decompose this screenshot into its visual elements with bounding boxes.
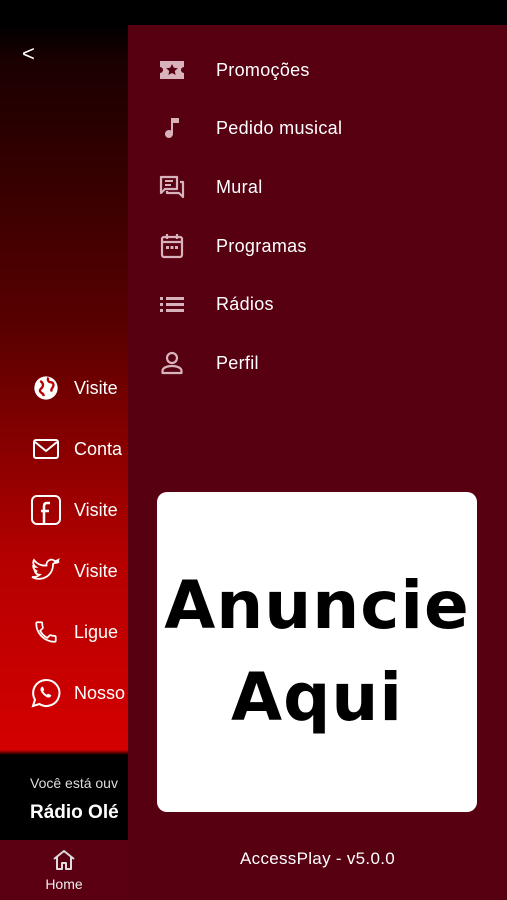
bg-item-facebook[interactable]: Visite (30, 492, 118, 528)
menu-item-label: Programas (216, 235, 307, 256)
tab-home-label: Home (45, 876, 83, 892)
tab-home[interactable]: Home (30, 848, 98, 900)
bg-item-label: Visite (74, 499, 118, 520)
status-bar (0, 0, 507, 25)
menu-item-label: Perfil (216, 352, 259, 373)
twitter-icon (30, 555, 62, 587)
menu-item-label: Mural (216, 176, 263, 197)
bg-item-label: Visite (74, 377, 118, 398)
globe-icon (30, 372, 62, 404)
calendar-icon (158, 232, 186, 260)
menu-item-label: Promoções (216, 59, 310, 80)
menu-item-programas[interactable]: Programas (128, 223, 507, 269)
menu-item-pedido-musical[interactable]: Pedido musical (128, 105, 507, 151)
bg-item-whatsapp[interactable]: Nosso (30, 675, 125, 711)
now-playing-caption: Você está ouv (30, 775, 118, 791)
menu-item-label: Pedido musical (216, 117, 343, 138)
back-button[interactable]: < (22, 40, 44, 68)
phone-icon (30, 616, 62, 648)
now-playing-station: Rádio Olé (30, 802, 119, 823)
bg-item-label: Ligue (74, 621, 119, 642)
menu-item-label: Rádios (216, 293, 274, 314)
menu-item-radios[interactable]: Rádios (128, 281, 507, 327)
menu-item-promocoes[interactable]: Promoções (128, 47, 507, 93)
bg-item-label: Conta (74, 438, 123, 459)
whatsapp-icon (30, 677, 62, 709)
ad-line-2: Aqui (231, 659, 403, 736)
ad-banner[interactable]: Anuncie Aqui (157, 492, 477, 812)
list-icon (158, 290, 186, 318)
bg-item-twitter[interactable]: Visite (30, 553, 118, 589)
bg-item-website[interactable]: Visite (30, 370, 118, 406)
ad-line-1: Anuncie (164, 567, 470, 644)
menu-item-mural[interactable]: Mural (128, 164, 507, 210)
navigation-drawer: Promoções Pedido musical Mural Programas… (128, 25, 507, 900)
mail-icon (30, 433, 62, 465)
bg-item-contact[interactable]: Conta (30, 431, 122, 467)
person-icon (158, 349, 186, 377)
music-note-icon (158, 114, 186, 142)
bg-item-label: Visite (74, 560, 118, 581)
app-version: AccessPlay - v5.0.0 (240, 849, 395, 868)
menu-item-perfil[interactable]: Perfil (128, 340, 507, 386)
bg-item-phone[interactable]: Ligue (30, 614, 118, 650)
ticket-star-icon (158, 56, 186, 84)
bg-item-label: Nosso (74, 682, 126, 703)
forum-icon (158, 173, 186, 201)
home-icon (30, 848, 98, 872)
facebook-icon (30, 494, 62, 526)
